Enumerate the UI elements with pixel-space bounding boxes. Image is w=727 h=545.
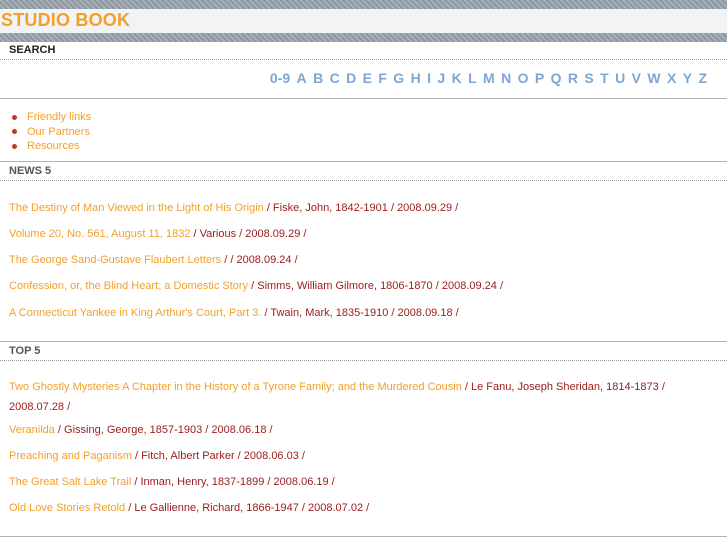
book-entry: Preaching and Paganism / Fitch, Albert P… xyxy=(9,446,699,466)
alpha-link-m[interactable]: M xyxy=(483,70,495,86)
book-entry: Confession, or, the Blind Heart; a Domes… xyxy=(9,276,699,296)
divider xyxy=(0,341,727,342)
divider xyxy=(0,360,727,361)
book-entry: A Connecticut Yankee in King Arthur's Co… xyxy=(9,303,699,323)
alpha-link-n[interactable]: N xyxy=(501,70,511,86)
book-title-link[interactable]: The Destiny of Man Viewed in the Light o… xyxy=(9,202,264,214)
book-title-link[interactable]: Confession, or, the Blind Heart; a Domes… xyxy=(9,280,248,292)
alpha-link-r[interactable]: R xyxy=(568,70,578,86)
book-title-link[interactable]: Old Love Stories Retold xyxy=(9,502,125,514)
alpha-link-s[interactable]: S xyxy=(584,70,593,86)
side-link-item: Our Partners xyxy=(12,125,91,140)
book-meta: / Twain, Mark, 1835-1910 / 2008.09.18 / xyxy=(261,307,459,319)
book-meta: / Fiske, John, 1842-1901 / 2008.09.29 / xyxy=(263,202,459,214)
alpha-link-g[interactable]: G xyxy=(393,70,404,86)
book-meta: / Simms, William Gilmore, 1806-1870 / 20… xyxy=(248,280,504,292)
book-title-link[interactable]: Veranilda xyxy=(9,424,55,436)
bullet-icon xyxy=(12,129,17,135)
alpha-link-q[interactable]: Q xyxy=(551,70,562,86)
book-entry: The George Sand-Gustave Flaubert Letters… xyxy=(9,250,699,270)
side-link[interactable]: Our Partners xyxy=(27,125,90,140)
side-link[interactable]: Friendly links xyxy=(27,110,91,125)
alpha-link-i[interactable]: I xyxy=(427,70,431,86)
alpha-link-a[interactable]: A xyxy=(297,70,307,86)
alpha-link-y[interactable]: Y xyxy=(683,70,692,86)
alpha-link-p[interactable]: P xyxy=(535,70,544,86)
book-title-link[interactable]: The George Sand-Gustave Flaubert Letters xyxy=(9,254,221,266)
alpha-link-e[interactable]: E xyxy=(363,70,372,86)
side-link-item: Friendly links xyxy=(12,110,91,125)
book-meta: / Various / 2008.09.29 / xyxy=(190,228,307,240)
book-title-link[interactable]: Preaching and Paganism xyxy=(9,450,132,462)
book-meta: / Le Gallienne, Richard, 1866-1947 / 200… xyxy=(125,502,370,514)
alpha-link-v[interactable]: V xyxy=(632,70,641,86)
alphabet-index: 0-9 A B C D E F G H I J K L M N O P Q R S T U V W X Y Z xyxy=(264,70,707,86)
book-title-link[interactable]: Volume 20, No. 561, August 11, 1832 xyxy=(9,228,190,240)
alpha-link-0-9[interactable]: 0-9 xyxy=(270,70,290,86)
header-stripe-bottom xyxy=(0,33,727,42)
side-link-item: Resources xyxy=(12,139,91,154)
alpha-link-w[interactable]: W xyxy=(647,70,660,86)
divider xyxy=(0,161,727,162)
book-entry: Volume 20, No. 561, August 11, 1832 / Va… xyxy=(9,224,699,244)
side-links-list: Friendly links Our Partners Resources xyxy=(12,110,91,154)
alpha-link-o[interactable]: O xyxy=(518,70,529,86)
alpha-link-d[interactable]: D xyxy=(346,70,356,86)
book-entry: Two Ghostly Mysteries A Chapter in the H… xyxy=(9,377,699,417)
book-entry: The Destiny of Man Viewed in the Light o… xyxy=(9,198,699,218)
search-section-title: SEARCH xyxy=(9,44,56,56)
bullet-icon xyxy=(12,114,17,120)
book-entry: The Great Salt Lake Trail / Inman, Henry… xyxy=(9,472,699,492)
book-meta: / / 2008.09.24 / xyxy=(221,254,298,266)
book-meta: / Gissing, George, 1857-1903 / 2008.06.1… xyxy=(54,424,273,436)
book-entry: Veranilda / Gissing, George, 1857-1903 /… xyxy=(9,420,699,440)
news-section-title: NEWS 5 xyxy=(9,165,52,177)
alpha-link-f[interactable]: F xyxy=(378,70,387,86)
book-title-link[interactable]: A Connecticut Yankee in King Arthur's Co… xyxy=(9,307,261,319)
alpha-link-k[interactable]: K xyxy=(452,70,462,86)
site-header: STUDIO BOOK xyxy=(0,9,727,33)
alpha-link-x[interactable]: X xyxy=(667,70,676,86)
alpha-link-b[interactable]: B xyxy=(313,70,323,86)
alpha-link-c[interactable]: C xyxy=(330,70,340,86)
alpha-link-t[interactable]: T xyxy=(600,70,609,86)
book-meta: / Fitch, Albert Parker / 2008.06.03 / xyxy=(131,450,305,462)
site-logo-text[interactable]: STUDIO BOOK xyxy=(1,10,130,31)
book-meta: / Inman, Henry, 1837-1899 / 2008.06.19 / xyxy=(131,476,335,488)
alpha-link-j[interactable]: J xyxy=(437,70,445,86)
book-title-link[interactable]: Two Ghostly Mysteries A Chapter in the H… xyxy=(9,381,462,393)
alpha-link-h[interactable]: H xyxy=(411,70,421,86)
alpha-link-l[interactable]: L xyxy=(468,70,477,86)
divider xyxy=(0,180,727,181)
divider xyxy=(0,98,727,99)
alpha-link-u[interactable]: U xyxy=(615,70,625,86)
bullet-icon xyxy=(12,143,17,149)
side-link[interactable]: Resources xyxy=(27,139,80,154)
divider xyxy=(0,59,727,60)
divider xyxy=(0,536,727,537)
header-stripe-top xyxy=(0,0,727,9)
alpha-link-z[interactable]: Z xyxy=(698,70,707,86)
top-section-title: TOP 5 xyxy=(9,345,41,357)
book-title-link[interactable]: The Great Salt Lake Trail xyxy=(9,476,131,488)
book-entry: Old Love Stories Retold / Le Gallienne, … xyxy=(9,498,699,518)
